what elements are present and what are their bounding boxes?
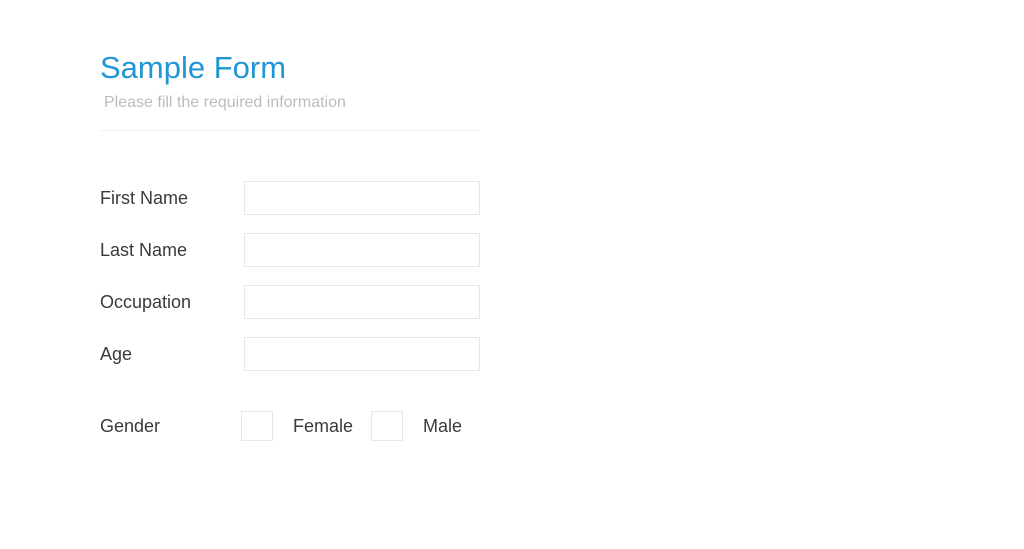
gender-male-text: Male (423, 416, 462, 437)
gender-female-text: Female (293, 416, 353, 437)
gender-female-checkbox[interactable] (241, 411, 273, 441)
gender-label: Gender (100, 416, 241, 437)
occupation-input[interactable] (244, 285, 480, 319)
form-subtitle: Please fill the required information (104, 94, 480, 112)
form-container: Sample Form Please fill the required inf… (100, 50, 480, 441)
first-name-input[interactable] (244, 181, 480, 215)
form-row-last-name: Last Name (100, 233, 480, 267)
first-name-label: First Name (100, 188, 244, 209)
gender-male-checkbox[interactable] (371, 411, 403, 441)
gender-option-male: Male (371, 411, 462, 441)
form-row-gender: Gender Female Male (100, 411, 480, 441)
last-name-label: Last Name (100, 240, 244, 261)
form-title: Sample Form (100, 50, 480, 86)
age-label: Age (100, 344, 244, 365)
form-row-age: Age (100, 337, 480, 371)
form-row-occupation: Occupation (100, 285, 480, 319)
form-row-first-name: First Name (100, 181, 480, 215)
form-divider (100, 130, 480, 131)
gender-option-female: Female (241, 411, 353, 441)
last-name-input[interactable] (244, 233, 480, 267)
age-input[interactable] (244, 337, 480, 371)
occupation-label: Occupation (100, 292, 244, 313)
